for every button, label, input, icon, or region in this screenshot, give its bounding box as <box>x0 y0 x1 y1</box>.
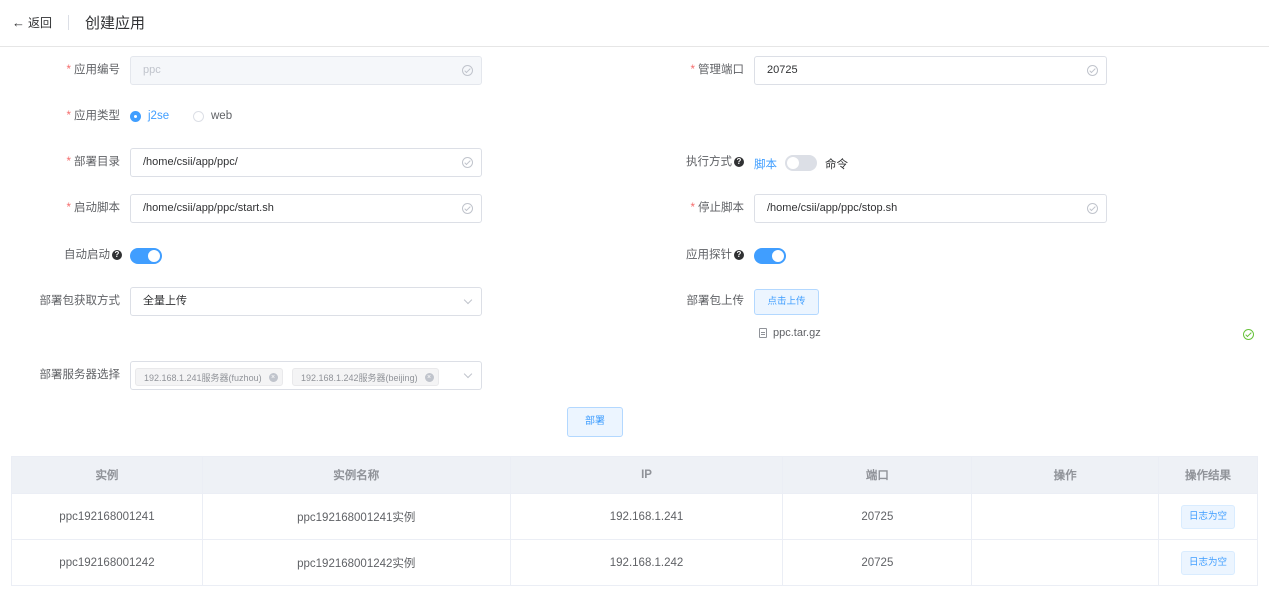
servers-multiselect[interactable]: 192.168.1.241服务器(fuzhou) × 192.168.1.242… <box>130 361 482 390</box>
app-type-label: * 应用类型 <box>66 110 120 122</box>
back-label: 返回 <box>28 16 53 30</box>
package-source-value: 全量上传 <box>143 295 187 307</box>
cell-action <box>971 493 1160 540</box>
deploy-dir-value: /home/csii/app/ppc/ <box>143 156 238 168</box>
auto-start-switch[interactable] <box>130 248 162 264</box>
switch-knob <box>148 250 160 262</box>
column-header-action: 操作 <box>971 456 1160 494</box>
table-header-row: 实例 实例名称 IP 端口 操作 操作结果 <box>11 456 1258 494</box>
column-header-ip: IP <box>509 456 784 494</box>
server-tag: 192.168.1.241服务器(fuzhou) × <box>135 368 283 386</box>
app-code-label: * 应用编号 <box>66 64 120 76</box>
check-circle-icon <box>462 157 473 168</box>
arrow-left-icon: ← <box>12 15 25 30</box>
check-circle-icon <box>1087 65 1098 76</box>
cell-instance: ppc192168001242 <box>11 539 203 586</box>
header-divider <box>68 15 69 30</box>
cell-action <box>971 539 1160 586</box>
package-source-label: 部署包获取方式 <box>39 295 121 307</box>
start-script-input[interactable]: /home/csii/app/ppc/start.sh <box>130 194 482 223</box>
check-circle-icon <box>1087 203 1098 214</box>
cell-result: 日志为空 <box>1158 539 1258 586</box>
stop-script-label: * 停止脚本 <box>690 202 744 214</box>
instances-table: 实例 实例名称 IP 端口 操作 操作结果 ppc192168001241 pp… <box>11 456 1258 586</box>
cell-port: 20725 <box>782 493 973 540</box>
start-script-label: * 启动脚本 <box>66 202 120 214</box>
app-code-placeholder: ppc <box>143 64 161 76</box>
column-header-port: 端口 <box>782 456 973 494</box>
column-header-instance-name: 实例名称 <box>201 456 511 494</box>
page-title: 创建应用 <box>85 15 146 32</box>
package-upload-label: 部署包上传 <box>686 295 745 307</box>
column-header-instance: 实例 <box>11 456 203 494</box>
success-check-icon <box>1243 329 1254 340</box>
check-circle-icon <box>462 203 473 214</box>
chevron-down-icon <box>463 369 473 379</box>
exec-mode-label: 执行方式? <box>644 148 744 177</box>
cell-instance-name: ppc192168001241实例 <box>201 493 511 540</box>
question-icon[interactable]: ? <box>734 249 744 260</box>
required-mark: * <box>66 156 71 168</box>
uploaded-file-item[interactable]: ppc.tar.gz <box>759 327 821 339</box>
app-probe-switch[interactable] <box>754 248 786 264</box>
radio-web-label: web <box>211 110 233 122</box>
mgmt-port-input[interactable]: 20725 <box>754 56 1107 85</box>
page-header: ← 返回 创建应用 <box>0 0 1269 47</box>
radio-j2se[interactable]: j2se <box>130 110 169 122</box>
deploy-dir-input[interactable]: /home/csii/app/ppc/ <box>130 148 482 177</box>
stop-script-input[interactable]: /home/csii/app/ppc/stop.sh <box>754 194 1107 223</box>
package-source-select[interactable]: 全量上传 <box>130 287 482 316</box>
server-tag: 192.168.1.242服务器(beijing) × <box>292 368 439 386</box>
table-row: ppc192168001242 ppc192168001242实例 192.16… <box>11 539 1258 586</box>
deploy-dir-label: * 部署目录 <box>66 156 120 168</box>
log-button[interactable]: 日志为空 <box>1181 550 1236 575</box>
close-icon[interactable]: × <box>268 373 278 382</box>
auto-start-label: 自动启动? <box>20 241 122 270</box>
table-row: ppc192168001241 ppc192168001241实例 192.16… <box>11 493 1258 540</box>
exec-mode-switch[interactable] <box>785 155 817 171</box>
question-icon[interactable]: ? <box>112 249 122 260</box>
exec-mode-script-label: 脚本 <box>754 159 777 171</box>
deploy-button[interactable]: 部署 <box>567 407 623 437</box>
back-button[interactable]: ← 返回 <box>12 14 52 31</box>
required-mark: * <box>690 202 695 214</box>
upload-button[interactable]: 点击上传 <box>754 289 819 315</box>
mgmt-port-label: * 管理端口 <box>690 64 744 76</box>
app-code-input[interactable]: ppc <box>130 56 482 85</box>
stop-script-value: /home/csii/app/ppc/stop.sh <box>767 202 898 214</box>
app-probe-label: 应用探针? <box>644 241 744 270</box>
cell-result: 日志为空 <box>1158 493 1258 540</box>
start-script-value: /home/csii/app/ppc/start.sh <box>143 202 274 214</box>
switch-knob <box>772 250 784 262</box>
server-tag-label: 192.168.1.241服务器(fuzhou) <box>144 373 262 383</box>
mgmt-port-value: 20725 <box>767 64 798 76</box>
switch-knob <box>787 157 799 169</box>
close-icon[interactable]: × <box>424 373 434 382</box>
exec-mode-command-label: 命令 <box>825 159 848 171</box>
uploaded-file-name: ppc.tar.gz <box>773 327 821 339</box>
chevron-down-icon <box>463 295 473 305</box>
column-header-result: 操作结果 <box>1158 456 1258 494</box>
servers-label: 部署服务器选择 <box>39 369 121 381</box>
radio-web[interactable]: web <box>193 110 232 122</box>
radio-unchecked-icon <box>193 110 204 122</box>
required-mark: * <box>66 202 71 214</box>
required-mark: * <box>66 64 71 76</box>
document-icon <box>759 328 767 338</box>
required-mark: * <box>66 110 71 122</box>
cell-port: 20725 <box>782 539 973 586</box>
required-mark: * <box>690 64 695 76</box>
cell-instance: ppc192168001241 <box>11 493 203 540</box>
server-tag-label: 192.168.1.242服务器(beijing) <box>301 373 418 383</box>
cell-ip: 192.168.1.241 <box>509 493 784 540</box>
radio-j2se-label: j2se <box>148 110 170 122</box>
check-circle-icon <box>462 65 473 76</box>
question-icon[interactable]: ? <box>734 156 744 167</box>
radio-checked-icon <box>130 110 141 122</box>
log-button[interactable]: 日志为空 <box>1181 504 1236 529</box>
cell-instance-name: ppc192168001242实例 <box>201 539 511 586</box>
cell-ip: 192.168.1.242 <box>509 539 784 586</box>
